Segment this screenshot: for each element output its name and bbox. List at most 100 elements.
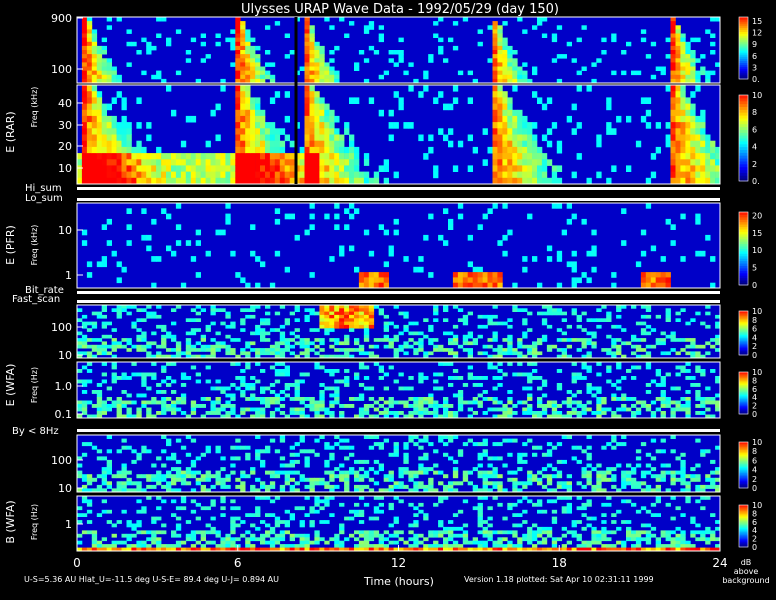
heatmap-cell — [690, 50, 696, 55]
heatmap-cell — [482, 470, 488, 475]
heatmap-cell — [670, 25, 676, 30]
heatmap-cell — [86, 171, 93, 179]
heatmap-cell — [185, 470, 192, 475]
colorbar-unit-db: dB — [741, 558, 752, 567]
heatmap-cell — [512, 470, 518, 475]
heatmap-cell — [329, 305, 335, 309]
heatmap-cell — [685, 369, 691, 373]
heatmap-cell — [171, 165, 177, 172]
heatmap-cell — [675, 33, 681, 38]
heatmap-cell — [96, 540, 103, 545]
heatmap-cell — [274, 523, 281, 528]
heatmap-cell — [393, 411, 399, 415]
heatmap-cell — [616, 314, 622, 319]
heatmap-cell — [631, 397, 637, 401]
heatmap-cell — [566, 400, 572, 405]
heatmap-cell — [77, 400, 83, 405]
heatmap-cell — [507, 324, 513, 329]
heatmap-cell — [537, 146, 543, 154]
heatmap-cell — [423, 435, 429, 439]
heatmap-cell — [472, 272, 478, 278]
heatmap-cell — [448, 481, 454, 486]
heatmap-cell — [354, 341, 360, 346]
heatmap-cell — [141, 445, 147, 450]
heatmap-cell — [166, 85, 172, 92]
heatmap-cell — [670, 240, 676, 246]
heatmap-cell — [596, 533, 602, 538]
heatmap-cell — [586, 445, 592, 450]
heatmap-cell — [255, 54, 261, 59]
heatmap-cell — [383, 70, 389, 76]
heatmap-cell — [334, 397, 340, 401]
heatmap-cell — [324, 324, 330, 329]
heatmap-cell — [349, 321, 355, 326]
heatmap-cell — [457, 376, 464, 380]
heatmap-cell — [685, 411, 691, 415]
heatmap-cell — [591, 334, 597, 339]
heatmap-cell — [621, 208, 627, 214]
heatmap-cell — [304, 134, 310, 142]
heatmap-cell — [477, 314, 483, 319]
heatmap-cell — [561, 459, 567, 464]
heatmap-cell — [581, 338, 587, 342]
heatmap-cell — [443, 540, 449, 545]
heatmap-cell — [329, 140, 335, 148]
heatmap-cell — [200, 171, 206, 179]
heatmap-cell — [680, 308, 686, 312]
heatmap-cell — [616, 386, 622, 391]
heatmap-cell — [116, 146, 122, 154]
heatmap-cell — [433, 533, 439, 538]
heatmap-cell — [591, 386, 597, 391]
heatmap-cell — [616, 362, 622, 366]
heatmap-cell — [358, 477, 365, 482]
heatmap-cell — [428, 324, 434, 329]
heatmap-cell — [289, 407, 295, 412]
heatmap-cell — [650, 41, 657, 47]
colorbar-tick-label: 4 — [752, 393, 757, 402]
heatmap-cell — [670, 159, 676, 166]
heatmap-cell — [398, 467, 404, 472]
heatmap-cell — [631, 481, 637, 486]
colorbar-tick-label: 3 — [752, 63, 757, 72]
heatmap-cell — [517, 341, 523, 346]
heatmap-cell — [235, 21, 241, 26]
heatmap-cell — [700, 54, 706, 59]
heatmap-cell — [695, 477, 701, 482]
heatmap-cell — [121, 474, 127, 479]
heatmap-cell — [146, 311, 152, 316]
heatmap-cell — [467, 97, 473, 104]
heatmap-cell — [274, 393, 281, 398]
heatmap-cell — [205, 344, 211, 349]
heatmap-cell — [309, 404, 315, 408]
heatmap-cell — [680, 513, 686, 517]
heatmap-cell — [685, 74, 691, 80]
heatmap-cell — [626, 481, 632, 486]
heatmap-cell — [383, 477, 389, 482]
heatmap-cell — [210, 321, 216, 326]
heatmap-cell — [240, 41, 246, 47]
heatmap-cell — [403, 445, 409, 450]
heatmap-cell — [185, 452, 192, 457]
heatmap-cell — [319, 140, 325, 148]
heatmap-cell — [388, 109, 394, 117]
heatmap-cell — [596, 540, 602, 545]
heatmap-cell — [205, 159, 211, 166]
heatmap-cell — [596, 372, 602, 377]
heatmap-cell — [86, 74, 93, 80]
heatmap-cell — [546, 245, 553, 252]
heatmap-cell — [621, 376, 627, 380]
heatmap-cell — [200, 58, 206, 63]
heatmap-cell — [680, 122, 686, 129]
heatmap-cell — [497, 165, 503, 172]
heatmap-cell — [700, 372, 706, 377]
heatmap-cell — [245, 37, 251, 43]
heatmap-cell — [487, 208, 493, 214]
colorbar-tick-label: 20 — [752, 212, 762, 221]
heatmap-cell — [502, 70, 508, 76]
heatmap-cell — [126, 29, 132, 34]
heatmap-cell — [710, 459, 716, 464]
heatmap-cell — [225, 540, 231, 545]
heatmap-cell — [81, 109, 88, 117]
heatmap-cell — [299, 540, 305, 545]
heatmap-cell — [383, 334, 389, 339]
